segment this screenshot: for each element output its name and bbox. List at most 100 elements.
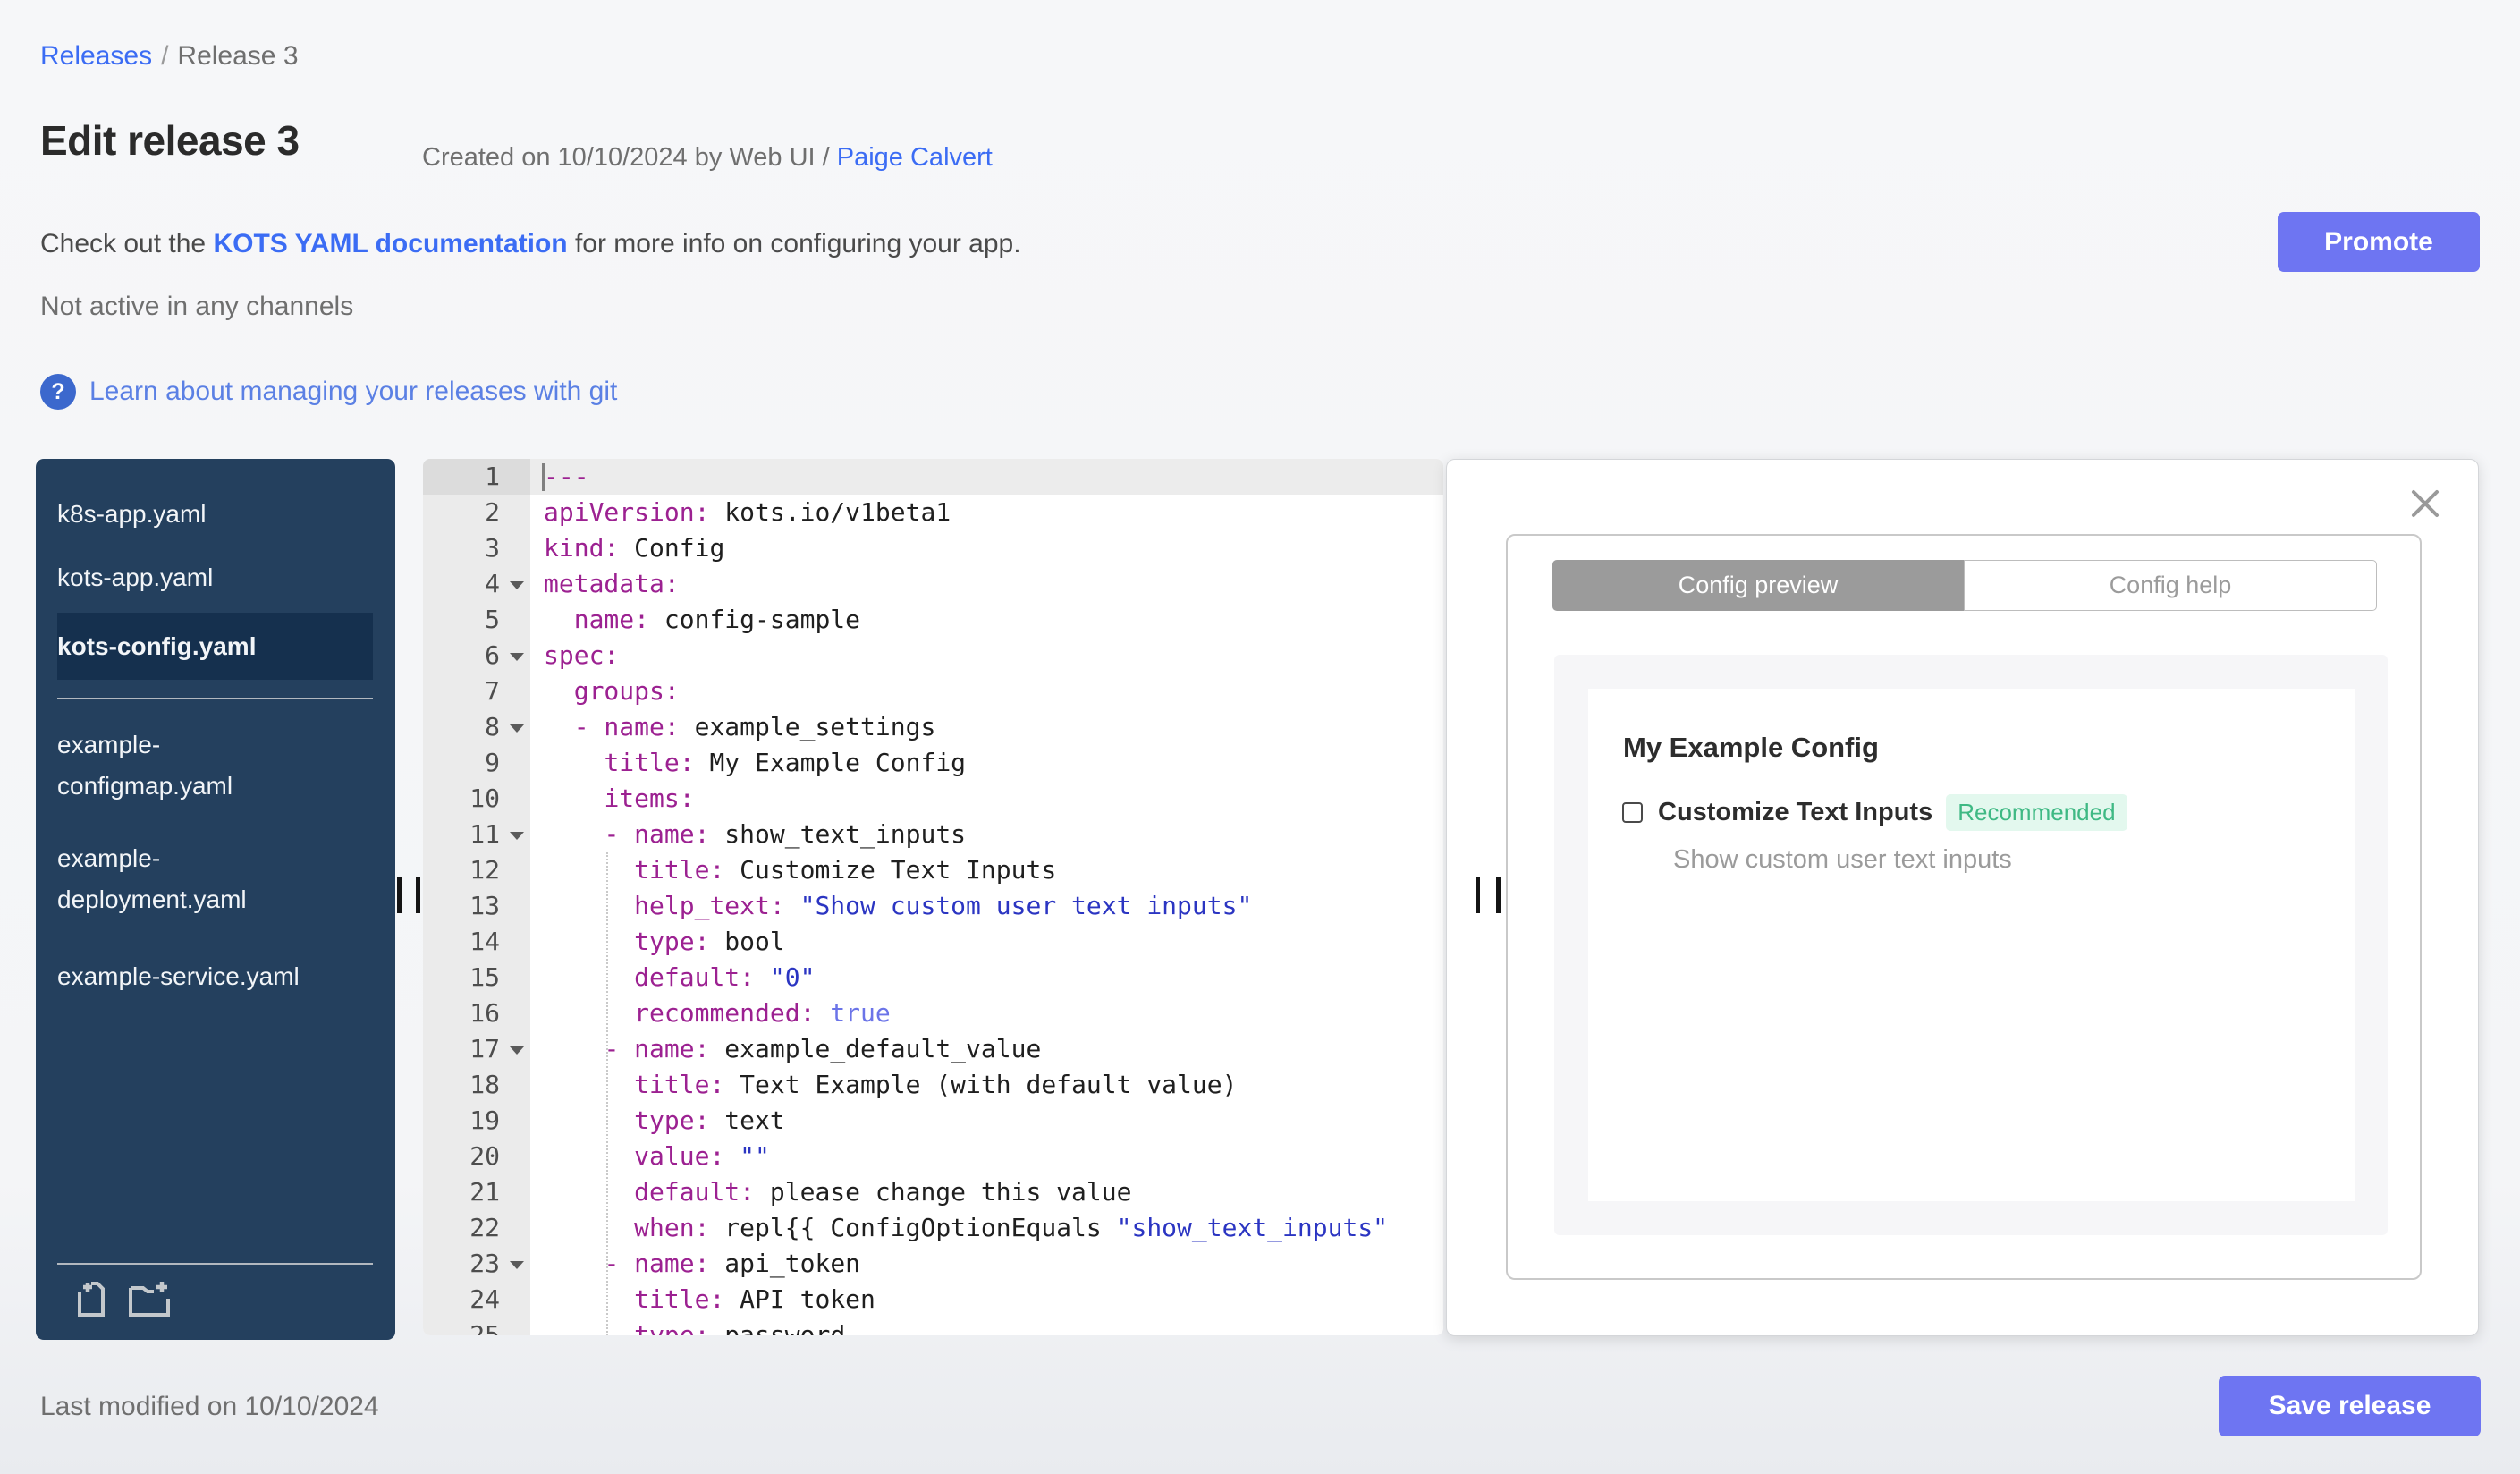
- fold-arrow-icon[interactable]: [510, 581, 524, 589]
- config-card: My Example Config Customize Text Inputs …: [1588, 689, 2355, 1201]
- gutter-line: 14: [469, 927, 500, 956]
- code-line: - name: show_text_inputs: [604, 819, 967, 849]
- code-line: title: Text Example (with default value): [634, 1070, 1238, 1099]
- gutter-line: 20: [469, 1141, 500, 1171]
- close-icon[interactable]: [2408, 487, 2442, 521]
- gutter-line: 15: [469, 962, 500, 992]
- code-line: default: please change this value: [634, 1177, 1132, 1207]
- save-release-button[interactable]: Save release: [2219, 1376, 2481, 1436]
- page-title: Edit release 3: [40, 117, 300, 164]
- gutter-line: 16: [469, 998, 500, 1028]
- tab-config-help[interactable]: Config help: [1964, 560, 2377, 611]
- gutter-line[interactable]: 4: [423, 566, 530, 602]
- file-tree-item[interactable]: example-configmap.yaml: [36, 724, 395, 807]
- code-line: default: "0": [634, 962, 816, 992]
- file-tree-extra-list: example-configmap.yaml example-deployment…: [36, 724, 395, 997]
- text-cursor: [542, 463, 545, 491]
- editor-preview-splitter-handle[interactable]: [1476, 877, 1480, 913]
- breadcrumb: Releases / Release 3: [40, 41, 299, 72]
- customize-text-inputs-checkbox[interactable]: [1622, 802, 1643, 823]
- file-tree-item[interactable]: k8s-app.yaml: [36, 495, 395, 534]
- breadcrumb-separator: /: [161, 41, 169, 71]
- fold-arrow-icon[interactable]: [510, 653, 524, 661]
- code-line: metadata:: [544, 569, 680, 598]
- editor-code[interactable]: --- apiVersion: kots.io/v1beta1 kind: Conf…: [530, 459, 1443, 1335]
- doc-line: Check out the KOTS YAML documentation fo…: [40, 229, 1021, 259]
- editor-preview-splitter-handle[interactable]: [1496, 877, 1501, 913]
- fold-arrow-icon[interactable]: [510, 832, 524, 840]
- gutter-line: 19: [469, 1106, 500, 1135]
- editor-gutter: 1 2 3 4 5 6 7 8 9 10 11 12 13 14 15 16 17 18 19 20 21 22 23 24 2…: [423, 459, 530, 1335]
- config-preview-panel: Config preview Config help My Example Con…: [1446, 459, 2479, 1336]
- code-line: type: bool: [634, 927, 785, 956]
- code-line: - name: api_token: [604, 1249, 861, 1278]
- add-file-icon[interactable]: [73, 1279, 113, 1318]
- gutter-line: 21: [469, 1177, 500, 1207]
- code-line: - name: example_settings: [573, 712, 936, 741]
- breadcrumb-releases-link[interactable]: Releases: [40, 41, 152, 71]
- created-line: Created on 10/10/2024 by Web UI / Paige …: [422, 143, 993, 173]
- gutter-line: 1: [423, 459, 530, 495]
- gutter-line: 10: [469, 784, 500, 813]
- gutter-line: 24: [469, 1284, 500, 1314]
- gutter-line: 7: [485, 676, 500, 706]
- gutter-line: 3: [485, 533, 500, 563]
- promote-button[interactable]: Promote: [2278, 212, 2480, 272]
- file-tree-divider: [57, 698, 373, 699]
- gutter-line: 9: [485, 748, 500, 777]
- created-text: Created on 10/10/2024 by Web UI /: [422, 143, 837, 172]
- last-modified-text: Last modified on 10/10/2024: [40, 1392, 379, 1421]
- fold-arrow-icon[interactable]: [510, 1261, 524, 1269]
- add-folder-icon[interactable]: [127, 1279, 172, 1318]
- code-line: ---: [530, 459, 1443, 495]
- code-line: recommended: true: [634, 998, 891, 1028]
- code-line: kind: Config: [544, 533, 725, 563]
- sidebar-editor-splitter-handle[interactable]: [416, 877, 420, 913]
- gutter-line[interactable]: 17: [423, 1031, 530, 1067]
- gutter-line: 13: [469, 891, 500, 920]
- gutter-line: 2: [485, 497, 500, 527]
- code-line: title: Customize Text Inputs: [634, 855, 1057, 885]
- gutter-line[interactable]: 11: [423, 817, 530, 852]
- code-line: groups:: [573, 676, 680, 706]
- file-tree-item[interactable]: kots-app.yaml: [36, 558, 395, 597]
- yaml-editor[interactable]: 1 2 3 4 5 6 7 8 9 10 11 12 13 14 15 16 17 18 19 20 21 22 23 24 2…: [423, 459, 1443, 1335]
- sidebar-editor-splitter-handle[interactable]: [397, 877, 402, 913]
- code-line: items:: [604, 784, 695, 813]
- file-tree-list: k8s-app.yaml kots-app.yaml kots-config.yam…: [36, 459, 395, 680]
- config-group-title: My Example Config: [1623, 732, 1879, 763]
- kots-yaml-doc-link[interactable]: KOTS YAML documentation: [213, 229, 567, 258]
- file-tree-footer: [36, 1263, 395, 1340]
- code-line: apiVersion: kots.io/v1beta1: [544, 497, 951, 527]
- file-tree-item[interactable]: example-service.yaml: [36, 956, 395, 997]
- code-line: type: text: [634, 1106, 785, 1135]
- file-tree-item[interactable]: kots-config.yaml: [57, 613, 373, 680]
- config-tabbar: Config preview Config help: [1552, 560, 2377, 611]
- gutter-line: 22: [469, 1213, 500, 1242]
- gutter-line: 12: [469, 855, 500, 885]
- code-line: title: API token: [634, 1284, 875, 1314]
- code-line: type: password: [634, 1320, 846, 1335]
- file-tree-item[interactable]: example-deployment.yaml: [36, 838, 395, 920]
- code-line: when: repl{{ ConfigOptionEquals "show_te…: [634, 1213, 1389, 1242]
- code-line: value: "": [634, 1141, 770, 1171]
- author-link[interactable]: Paige Calvert: [837, 143, 993, 172]
- question-mark-icon[interactable]: ?: [40, 374, 76, 410]
- git-help-row[interactable]: ? Learn about managing your releases wit…: [40, 374, 617, 410]
- tab-config-preview[interactable]: Config preview: [1552, 560, 1964, 611]
- file-tree-sidebar: k8s-app.yaml kots-app.yaml kots-config.yam…: [36, 459, 395, 1340]
- git-help-link[interactable]: Learn about managing your releases with …: [89, 377, 617, 407]
- breadcrumb-current: Release 3: [177, 41, 299, 71]
- channels-status: Not active in any channels: [40, 292, 354, 321]
- gutter-line: 18: [469, 1070, 500, 1099]
- doc-suffix: for more info on configuring your app.: [567, 229, 1021, 258]
- code-line: name: config-sample: [573, 605, 861, 634]
- fold-arrow-icon[interactable]: [510, 724, 524, 733]
- code-line: spec:: [544, 640, 620, 670]
- gutter-line[interactable]: 23: [423, 1246, 530, 1282]
- gutter-line[interactable]: 8: [423, 709, 530, 745]
- gutter-line[interactable]: 6: [423, 638, 530, 673]
- config-preview-area: My Example Config Customize Text Inputs …: [1554, 655, 2388, 1235]
- recommended-badge: Recommended: [1946, 794, 2127, 831]
- fold-arrow-icon[interactable]: [510, 1046, 524, 1055]
